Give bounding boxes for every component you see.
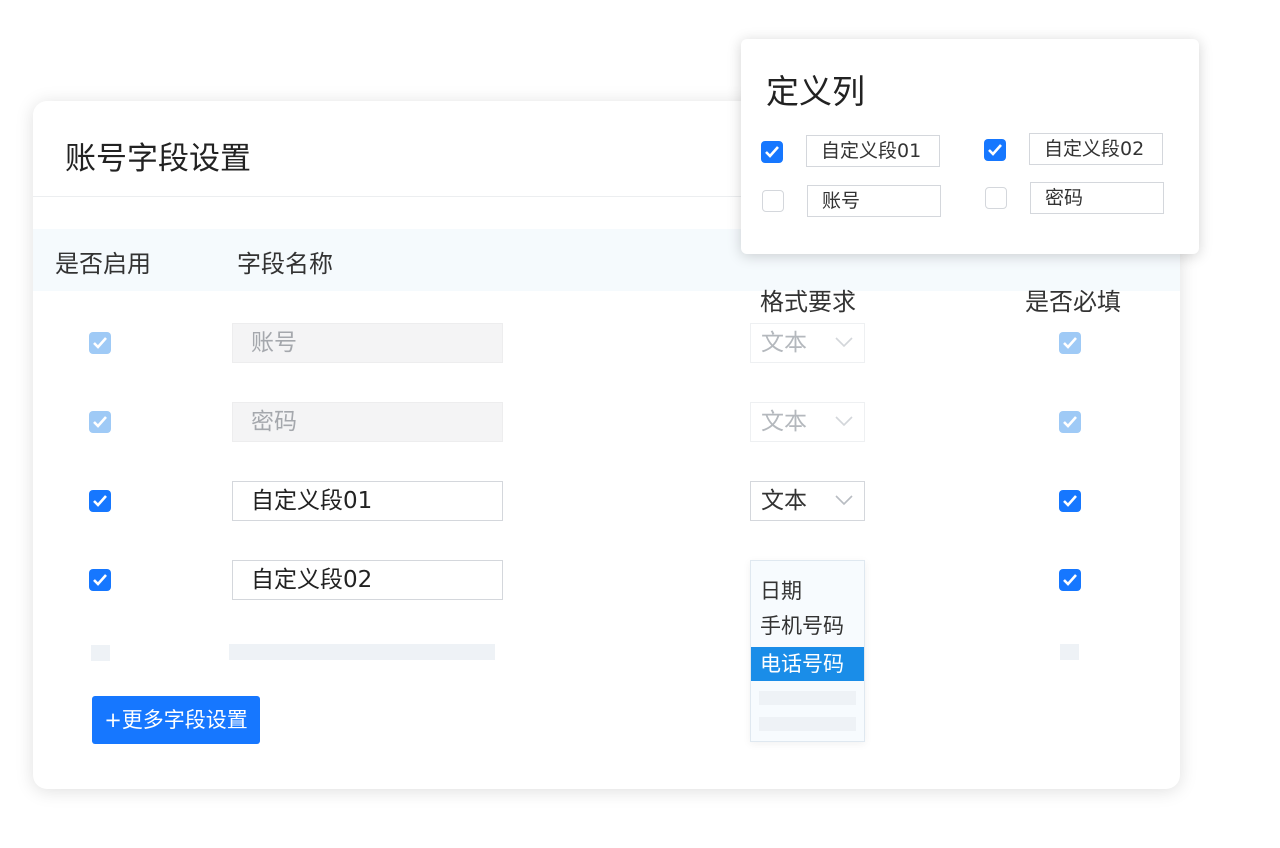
enabled-checkbox-password	[89, 411, 111, 433]
format-dropdown-menu: 日期 手机号码 电话号码	[750, 560, 865, 742]
field-name-input-custom01[interactable]: 自定义段01	[232, 481, 503, 521]
format-select-password: 文本	[750, 402, 865, 442]
check-icon	[765, 146, 779, 158]
field-name-input-account: 账号	[232, 323, 503, 363]
dropdown-placeholder-option	[759, 691, 856, 705]
enabled-checkbox-custom02[interactable]	[89, 569, 111, 591]
define-columns-popup: 定义列 自定义段01 自定义段02 账号 密码	[741, 39, 1199, 254]
format-value: 文本	[761, 488, 807, 514]
column-label-custom01[interactable]: 自定义段01	[806, 135, 940, 167]
check-icon	[988, 144, 1002, 156]
header-required: 是否必填	[1025, 288, 1121, 316]
field-name-input-password: 密码	[232, 402, 503, 442]
check-icon	[93, 337, 107, 349]
column-checkbox-custom02[interactable]	[984, 139, 1006, 161]
column-label-account[interactable]: 账号	[807, 185, 941, 217]
header-format: 格式要求	[760, 288, 856, 316]
column-label-password[interactable]: 密码	[1030, 182, 1164, 214]
placeholder-row-checkbox	[91, 645, 110, 661]
more-field-settings-button[interactable]: +更多字段设置	[92, 696, 260, 744]
header-enabled: 是否启用	[55, 250, 151, 278]
column-checkbox-account[interactable]	[762, 190, 784, 212]
format-select-account: 文本	[750, 323, 865, 363]
check-icon	[93, 574, 107, 586]
popup-title: 定义列	[766, 72, 865, 111]
column-checkbox-password[interactable]	[985, 187, 1007, 209]
column-label-custom02[interactable]: 自定义段02	[1029, 133, 1163, 165]
check-icon	[1063, 337, 1077, 349]
format-value: 文本	[761, 409, 807, 435]
check-icon	[93, 495, 107, 507]
dropdown-placeholder-option	[759, 717, 856, 731]
required-checkbox-custom01[interactable]	[1059, 490, 1081, 512]
check-icon	[93, 416, 107, 428]
check-icon	[1063, 416, 1077, 428]
check-icon	[1063, 574, 1077, 586]
placeholder-row-field	[229, 644, 495, 660]
required-checkbox-custom02[interactable]	[1059, 569, 1081, 591]
header-field-name: 字段名称	[237, 250, 333, 278]
chevron-down-icon	[835, 416, 853, 427]
required-checkbox-password	[1059, 411, 1081, 433]
format-value: 文本	[761, 330, 807, 356]
enabled-checkbox-account	[89, 332, 111, 354]
dropdown-option-date[interactable]: 日期	[751, 574, 864, 608]
card-title: 账号字段设置	[65, 141, 251, 177]
field-name-input-custom02[interactable]: 自定义段02	[232, 560, 503, 600]
dropdown-option-phone[interactable]: 电话号码	[751, 647, 864, 681]
chevron-down-icon	[835, 495, 853, 506]
enabled-checkbox-custom01[interactable]	[89, 490, 111, 512]
check-icon	[1063, 495, 1077, 507]
format-select-custom01[interactable]: 文本	[750, 481, 865, 521]
column-checkbox-custom01[interactable]	[761, 141, 783, 163]
placeholder-row-required	[1060, 644, 1079, 660]
required-checkbox-account	[1059, 332, 1081, 354]
dropdown-option-mobile[interactable]: 手机号码	[751, 609, 864, 643]
chevron-down-icon	[835, 337, 853, 348]
